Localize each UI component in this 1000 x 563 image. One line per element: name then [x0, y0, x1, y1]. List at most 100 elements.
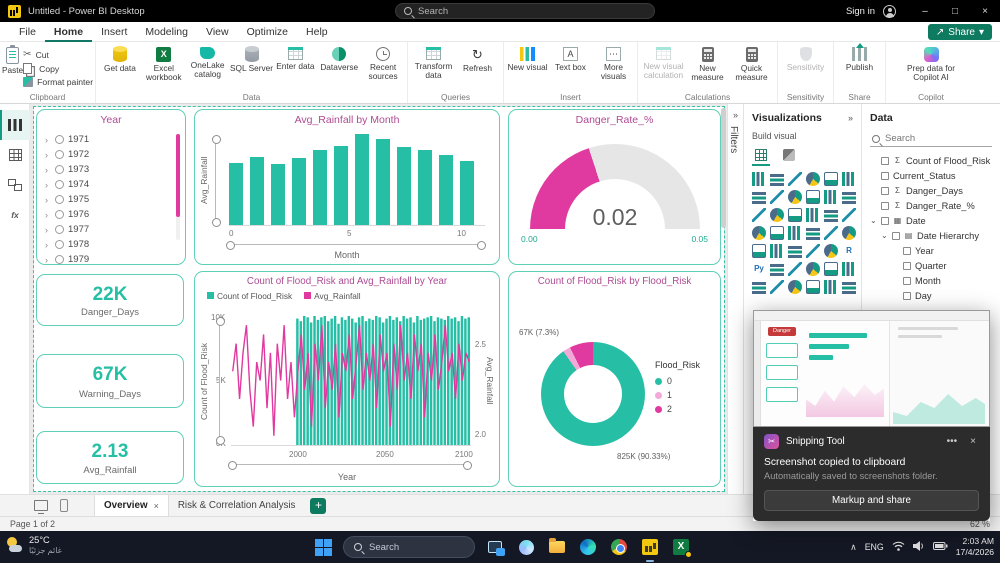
decomposition-tree-icon[interactable] [788, 262, 802, 276]
stacked-area-chart-icon[interactable] [788, 190, 802, 204]
100-stacked-bar-chart-icon[interactable] [824, 172, 838, 186]
field-checkbox-icon[interactable] [881, 216, 889, 225]
share-button[interactable]: ↗ Share ▾ [927, 24, 992, 40]
x-axis-range-slider[interactable] [228, 460, 472, 470]
avg-rainfall-card[interactable]: 2.13 Avg_Rainfall [36, 431, 184, 484]
expand-chevron-icon[interactable]: › [45, 165, 51, 175]
sign-in-button[interactable]: Sign in [846, 6, 875, 17]
user-avatar-icon[interactable] [883, 4, 896, 18]
cut-button[interactable]: ✂ Cut [23, 49, 93, 60]
tab-insert[interactable]: Insert [92, 22, 136, 42]
battery-icon[interactable] [932, 541, 948, 553]
language-indicator[interactable]: ENG [865, 542, 884, 552]
avg-rainfall-by-month-chart[interactable]: Avg_Rainfall by Month Avg_Rainfall 0 5 1… [194, 109, 500, 265]
tab-modeling[interactable]: Modeling [136, 22, 197, 42]
more-options-icon[interactable]: ••• [944, 436, 961, 447]
slicer-year-1974[interactable]: › 1974 [45, 177, 171, 192]
expand-pane-icon[interactable]: » [728, 110, 743, 120]
data-pane-search-input[interactable] [885, 133, 985, 144]
model-view-button[interactable] [0, 170, 30, 200]
field-checkbox-icon[interactable] [892, 231, 900, 240]
text-slicer-icon[interactable] [824, 280, 838, 294]
file-explorer-button[interactable] [546, 536, 568, 558]
field-danger-rate-[interactable]: Σ Danger_Rate_% [870, 198, 992, 213]
slicer-year-1975[interactable]: › 1975 [45, 192, 171, 207]
radio-button-icon[interactable] [55, 225, 64, 234]
table-icon[interactable] [806, 244, 820, 258]
expand-chevron-icon[interactable]: › [45, 210, 51, 220]
chevron-down-icon[interactable]: ⌄ [881, 231, 888, 240]
card-icon[interactable] [842, 226, 856, 240]
y-axis-range-slider[interactable] [211, 135, 221, 227]
markup-and-share-button[interactable]: Markup and share [764, 490, 979, 511]
maximize-button[interactable]: □ [940, 0, 970, 22]
taskbar-search-box[interactable] [343, 536, 475, 558]
danger-rate-gauge[interactable]: Danger_Rate_% 0.02 0.00 0.05 [508, 109, 721, 265]
field-checkbox-icon[interactable] [881, 186, 889, 195]
dax-query-view-button[interactable]: fx [0, 200, 30, 230]
radio-button-icon[interactable] [55, 135, 64, 144]
collapse-pane-icon[interactable]: » [848, 113, 853, 123]
clustered-column-chart-icon[interactable] [806, 172, 820, 186]
field-quarter[interactable]: Quarter [870, 258, 992, 273]
copilot-button[interactable] [515, 536, 537, 558]
tab-view[interactable]: View [197, 22, 238, 42]
screenshot-preview-thumbnail[interactable]: Danger [753, 310, 990, 427]
slicer-year-1971[interactable]: › 1971 [45, 132, 171, 147]
legend-item-2[interactable]: 2 [655, 402, 700, 416]
python-visual-icon[interactable]: Py [752, 262, 766, 276]
field-checkbox-icon[interactable] [903, 261, 911, 270]
slicer-year-1972[interactable]: › 1972 [45, 147, 171, 162]
scatter-chart-icon[interactable] [788, 208, 802, 222]
chevron-down-icon[interactable]: ⌄ [870, 216, 877, 225]
excel-app-button[interactable]: X [670, 536, 692, 558]
power-automate-icon[interactable] [806, 280, 820, 294]
expand-chevron-icon[interactable]: › [45, 195, 51, 205]
onelake-catalog-button[interactable]: OneLake catalog [186, 45, 230, 80]
refresh-button[interactable]: ↻ Refresh [456, 45, 500, 73]
titlebar-search-input[interactable] [418, 5, 618, 17]
transform-data-button[interactable]: Transform data [412, 45, 456, 81]
field-date[interactable]: ⌄ ▦ Date [870, 213, 992, 228]
desktop-layout-icon[interactable] [34, 500, 48, 514]
text-box-button[interactable]: A Text box [549, 45, 592, 72]
new-page-button[interactable]: + [310, 497, 327, 514]
stacked-column-chart-icon[interactable] [770, 172, 784, 186]
treemap-icon[interactable] [842, 208, 856, 222]
more-visuals-button[interactable]: ⋯ More visuals [592, 45, 635, 82]
field-date-hierarchy[interactable]: ⌄ ▤ Date Hierarchy [870, 228, 992, 243]
slicer-scrollbar[interactable] [176, 134, 180, 240]
qa-visual-icon[interactable] [806, 262, 820, 276]
danger-days-card[interactable]: 22K Danger_Days [36, 274, 184, 326]
flood-risk-donut-chart[interactable]: Count of Flood_Risk by Flood_Risk 67K (7… [508, 271, 721, 487]
line-and-clustered-column-chart-icon[interactable] [824, 190, 838, 204]
tab-risk-correlation-analysis[interactable]: Risk & Correlation Analysis [169, 495, 305, 517]
data-pane-search-box[interactable] [870, 131, 992, 147]
quick-measure-button[interactable]: Quick measure [730, 45, 774, 83]
slicer-year-1976[interactable]: › 1976 [45, 207, 171, 222]
field-current-status[interactable]: Current_Status [870, 168, 992, 183]
taskbar-search-input[interactable] [369, 541, 449, 553]
matrix-icon[interactable] [824, 244, 838, 258]
shape-map-icon[interactable] [788, 226, 802, 240]
new-measure-button[interactable]: New measure [686, 45, 730, 83]
format-painter-button[interactable]: Format painter [23, 77, 93, 87]
enter-data-button[interactable]: Enter data [273, 45, 317, 71]
radio-button-icon[interactable] [55, 165, 64, 174]
prep-data-copilot-button[interactable]: Prep data for Copilot AI [893, 45, 969, 83]
radio-button-icon[interactable] [55, 240, 64, 249]
build-visual-tab[interactable] [752, 146, 770, 164]
y-axis-range-slider[interactable] [215, 317, 225, 445]
canvas-scrollbar[interactable] [721, 108, 726, 228]
wifi-icon[interactable] [892, 541, 905, 554]
clock[interactable]: 2:03 AM 17/4/2026 [956, 536, 994, 557]
tab-optimize[interactable]: Optimize [238, 22, 297, 42]
weather-widget[interactable]: 25°C غائم جزئيًا [6, 535, 62, 555]
ribbon-chart-icon[interactable] [842, 190, 856, 204]
sql-server-button[interactable]: SQL Server [230, 45, 274, 73]
power-bi-app-button[interactable] [639, 536, 661, 562]
hidden-icons-chevron[interactable]: ∧ [850, 542, 857, 553]
paginated-report-icon[interactable] [752, 280, 766, 294]
slicer-year-1977[interactable]: › 1977 [45, 222, 171, 237]
line-chart-icon[interactable] [752, 190, 766, 204]
